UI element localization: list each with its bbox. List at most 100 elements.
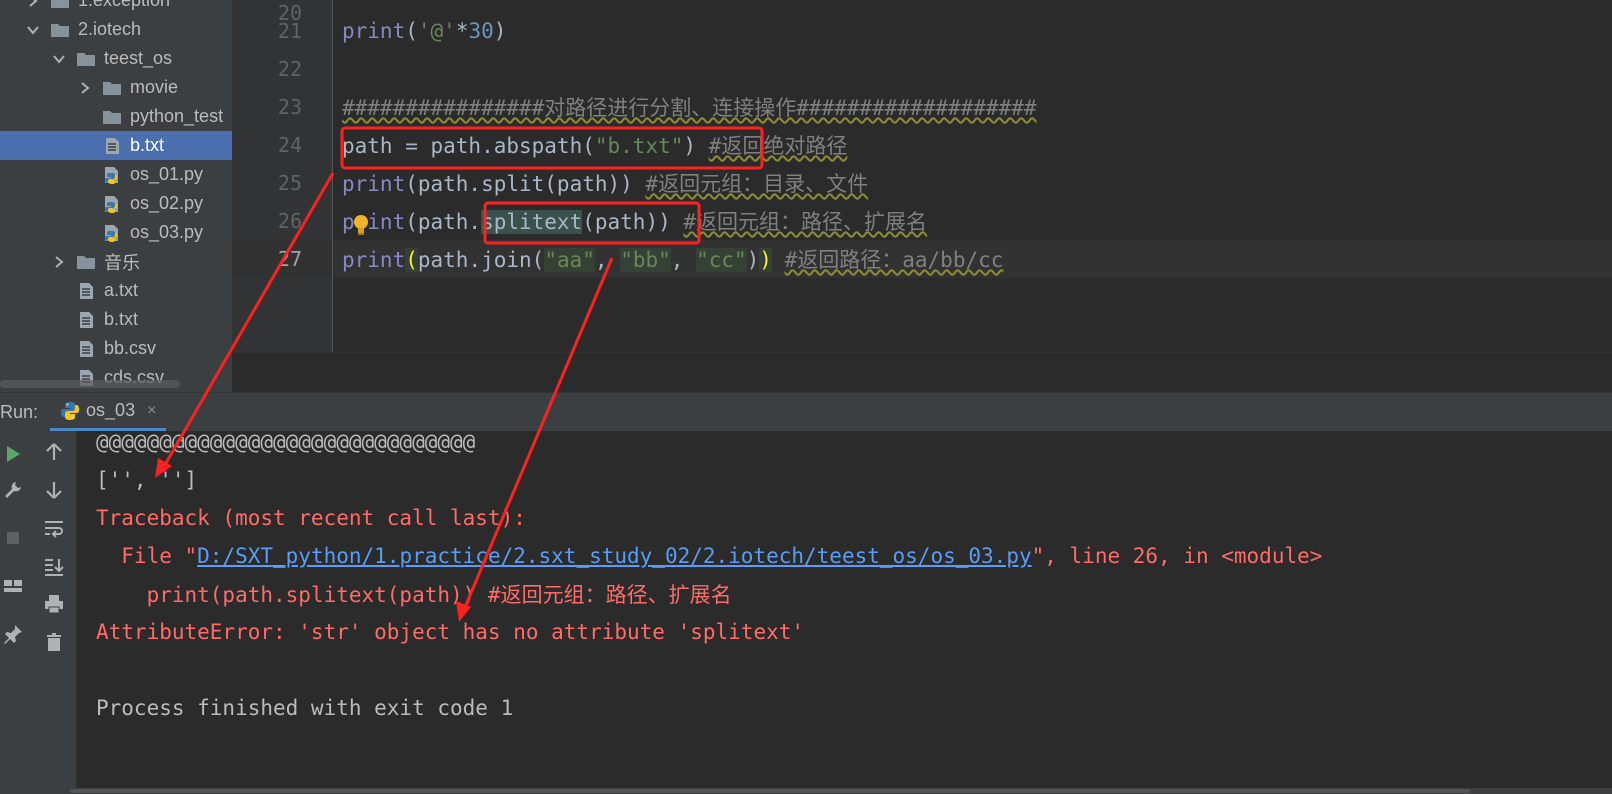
scroll-to-end-icon bbox=[45, 559, 64, 576]
pin-button[interactable] bbox=[0, 621, 26, 647]
editor-horizontal-scrollbar[interactable] bbox=[232, 352, 1612, 392]
code-text: print(path.splitext(path)) #返回元组：路径、扩展名 bbox=[342, 210, 928, 234]
soft-wrap-icon bbox=[45, 521, 63, 538]
chevron-right-icon[interactable] bbox=[52, 255, 66, 269]
soft-wrap-button[interactable] bbox=[41, 515, 67, 541]
console-horizontal-scrollbar[interactable] bbox=[0, 788, 1612, 794]
tree-item---folder[interactable]: 音乐 bbox=[0, 247, 232, 276]
tree-item-label: os_01.py bbox=[130, 164, 204, 184]
play-icon bbox=[7, 446, 20, 462]
fold-indent-guide bbox=[332, 0, 333, 352]
run-label: Run: bbox=[0, 401, 39, 422]
print-button[interactable] bbox=[41, 591, 67, 617]
tree-item-label: bb.csv bbox=[104, 338, 157, 358]
tree-item-label: python_test bbox=[130, 106, 224, 126]
chevron-down-icon[interactable] bbox=[26, 23, 40, 37]
error-message: AttributeError: 'str' object has no attr… bbox=[96, 620, 805, 644]
python-file-icon bbox=[102, 166, 122, 184]
tree-item-python-test-folder[interactable]: python_test bbox=[0, 102, 232, 131]
console-line: @@@@@@@@@@@@@@@@@@@@@@@@@@@@@@ bbox=[96, 430, 476, 454]
code-line-21[interactable]: 21 print('@'*30) bbox=[232, 12, 1612, 50]
sidebar-scrollbar[interactable] bbox=[0, 380, 180, 388]
project-tree: 1.exception 2.iotech teest_osmovie python_t… bbox=[0, 0, 233, 392]
folder-icon bbox=[50, 21, 70, 39]
code-text: print(path.split(path)) #返回元组：目录、文件 bbox=[342, 172, 869, 196]
console-line: ['', ''] bbox=[96, 468, 198, 492]
code-text: print('@'*30) bbox=[342, 19, 507, 43]
chevron-right-icon[interactable] bbox=[78, 81, 92, 95]
file-suffix: ", line 26, in <module> bbox=[1031, 544, 1323, 568]
tree-item-a-txt[interactable]: a.txt bbox=[0, 276, 232, 305]
scroll-thumb[interactable] bbox=[70, 789, 1470, 793]
tree-item-b-txt[interactable]: b.txt bbox=[0, 131, 232, 160]
tree-item-b-txt[interactable]: b.txt bbox=[0, 305, 232, 334]
tree-item-os-01-py[interactable]: os_01.py bbox=[0, 160, 232, 189]
tree-item-os-03-py[interactable]: os_03.py bbox=[0, 218, 232, 247]
code-line-27[interactable]: 27 print(path.join("aa", "bb", "cc")) #返… bbox=[232, 240, 1612, 278]
tree-item-movie-folder[interactable]: movie bbox=[0, 73, 232, 102]
tree-item-2-iotech-folder[interactable]: 2.iotech bbox=[0, 15, 232, 44]
code-text: ################对路径进行分割、连接操作############… bbox=[342, 96, 1037, 120]
clear-button[interactable] bbox=[41, 629, 67, 655]
stop-icon bbox=[7, 532, 19, 544]
layout-button[interactable] bbox=[0, 573, 26, 599]
code-line-26[interactable]: 26 print(path.splitext(path)) #返回元组：路径、扩… bbox=[232, 202, 1612, 240]
wrench-icon bbox=[5, 482, 21, 498]
folder-icon bbox=[50, 0, 70, 10]
code-text: print(path.join("aa", "bb", "cc")) #返回路径… bbox=[342, 248, 1004, 272]
folder-icon bbox=[102, 79, 122, 97]
tree-item-bb-csv[interactable]: bb.csv bbox=[0, 334, 232, 363]
rerun-button[interactable] bbox=[0, 441, 26, 467]
line-number: 26 bbox=[277, 209, 302, 233]
line-number: 21 bbox=[277, 19, 302, 43]
code-line-25[interactable]: 25 print(path.split(path)) #返回元组：目录、文件 bbox=[232, 164, 1612, 202]
tree-item-label: a.txt bbox=[104, 280, 139, 300]
lightbulb-icon[interactable] bbox=[352, 214, 370, 236]
code-line-24[interactable]: 24 path = path.abspath("b.txt") #返回绝对路径 bbox=[232, 126, 1612, 164]
code-editor[interactable]: 20 21 print('@'*30) 22 23 ##############… bbox=[232, 0, 1612, 392]
tree-item-label: 1.exception bbox=[78, 0, 171, 10]
exit-status: Process finished with exit code 1 bbox=[96, 696, 514, 720]
arrow-up-icon bbox=[46, 443, 62, 460]
tree-item-1-exception-folder[interactable]: 1.exception bbox=[0, 0, 232, 15]
chevron-down-icon[interactable] bbox=[52, 52, 66, 66]
text-file-icon bbox=[76, 340, 96, 358]
tree-item-os-02-py[interactable]: os_02.py bbox=[0, 189, 232, 218]
line-number: 25 bbox=[277, 171, 302, 195]
scroll-to-end-button[interactable] bbox=[41, 553, 67, 579]
arrow-down-icon bbox=[46, 482, 62, 499]
line-number: 24 bbox=[277, 133, 302, 157]
line-number: 27 bbox=[277, 247, 302, 271]
python-file-icon bbox=[102, 224, 122, 242]
chevron-right-icon[interactable] bbox=[26, 0, 40, 8]
scroll-down-button[interactable] bbox=[41, 477, 67, 503]
source-file-link[interactable]: D:/SXT_python/1.practice/2.sxt_study_02/… bbox=[197, 544, 1031, 568]
layout-icon bbox=[4, 580, 22, 592]
line-number: 23 bbox=[277, 95, 302, 119]
folder-icon bbox=[76, 50, 96, 68]
scroll-up-button[interactable] bbox=[41, 439, 67, 465]
tree-item-label: 音乐 bbox=[104, 252, 140, 273]
file-prefix: File " bbox=[96, 544, 198, 568]
close-icon[interactable]: × bbox=[147, 402, 156, 420]
tree-item-label: b.txt bbox=[104, 309, 139, 329]
tree-item-label: movie bbox=[130, 77, 179, 97]
code-line-22[interactable]: 22 bbox=[232, 50, 1612, 88]
settings-button[interactable] bbox=[0, 477, 26, 503]
python-file-icon bbox=[102, 195, 122, 213]
code-line-23[interactable]: 23 ################对路径进行分割、连接操作#########… bbox=[232, 88, 1612, 126]
tree-item-teest-os-folder[interactable]: teest_os bbox=[0, 44, 232, 73]
line-number: 22 bbox=[277, 57, 302, 81]
printer-icon bbox=[45, 595, 63, 614]
run-console-toolbar bbox=[36, 431, 77, 794]
stop-button[interactable] bbox=[0, 525, 26, 551]
folder-icon bbox=[102, 108, 122, 126]
tree-item-label: 2.iotech bbox=[78, 19, 142, 39]
traceback-code-line: print(path.splitext(path)) #返回元组：路径、扩展名 bbox=[96, 583, 732, 607]
